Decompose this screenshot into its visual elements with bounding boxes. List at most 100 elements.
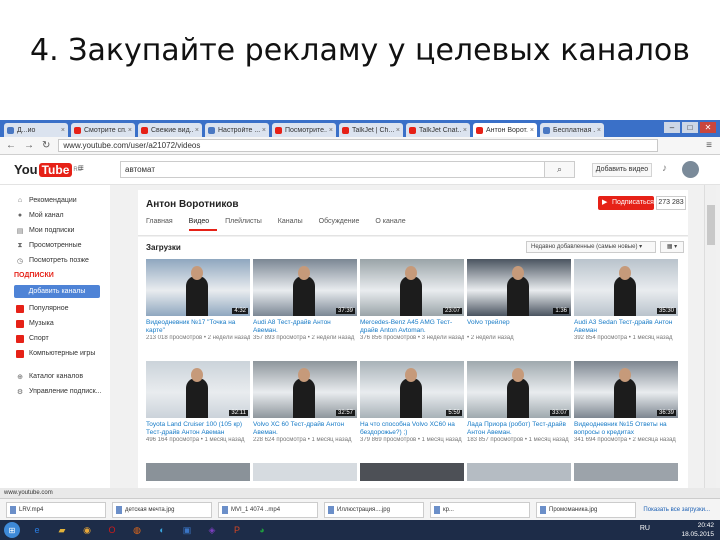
video-thumbnail[interactable]: 36:39 (574, 361, 678, 418)
scrollbar-thumb[interactable] (707, 205, 715, 245)
close-icon[interactable]: × (61, 127, 65, 134)
sidebar-item[interactable]: ⌂ Рекомендации (0, 193, 110, 208)
back-icon[interactable]: ← (6, 140, 16, 151)
video-thumbnail[interactable]: 35:30 (574, 259, 678, 316)
video-thumbnail[interactable] (574, 463, 678, 481)
browser-tab[interactable]: Посмотрите... × (272, 123, 336, 137)
browser-menu-icon[interactable]: ≡ (706, 140, 712, 151)
guide-menu-icon[interactable]: ≡ (78, 163, 84, 174)
sidebar-item[interactable]: ⧗ Просмотренные (0, 238, 110, 253)
url-input[interactable]: www.youtube.com/user/a21072/videos (58, 139, 659, 152)
upload-button[interactable]: Добавить видео (592, 163, 652, 177)
video-thumbnail[interactable]: 33:07 (467, 361, 571, 418)
bell-icon[interactable]: ♪ (662, 163, 667, 174)
video-title[interactable]: Mercedes-Benz A45 AMG Тест-драйв Anton A… (360, 319, 464, 335)
show-all-downloads-link[interactable]: Показать все загрузки... (643, 507, 710, 513)
video-card[interactable] (253, 463, 357, 481)
browser-tab[interactable]: Смотрите сп...× (71, 123, 135, 137)
youtube-logo[interactable]: You Tube RU (14, 162, 82, 177)
channel-tab[interactable]: Видео (188, 218, 218, 231)
chrome-icon[interactable]: ◕ (251, 522, 273, 538)
video-card[interactable] (574, 463, 678, 481)
video-card[interactable]: 36:39 Видеодневник №15 Ответы на вопросы … (574, 361, 678, 459)
page-scrollbar[interactable] (704, 185, 716, 488)
video-thumbnail[interactable]: 32:11 (146, 361, 250, 418)
browser-tab[interactable]: TalkJet | Ch... × (339, 123, 403, 137)
video-thumbnail[interactable]: 37:39 (253, 259, 357, 316)
close-button[interactable]: ✕ (700, 122, 716, 133)
video-thumbnail[interactable]: 32:57 (253, 361, 357, 418)
search-button[interactable]: ⌕ (545, 161, 575, 178)
start-button[interactable]: ⊞ (4, 522, 20, 538)
video-card[interactable]: 4:32 Видеодневник №17 "Точка на карте" 213… (146, 259, 250, 357)
video-title[interactable]: Toyota Land Cruiser 100 (105 кр) Тест-др… (146, 421, 250, 437)
sidebar-item[interactable]: ⊕ Каталог каналов (0, 369, 110, 384)
video-card[interactable]: 32:11 Toyota Land Cruiser 100 (105 кр) Те… (146, 361, 250, 459)
clock[interactable]: 20:42 18.05.2015 (681, 521, 714, 539)
browser-tab[interactable]: Свежие вид... × (138, 123, 202, 137)
video-card[interactable]: 5:59 На что способна Volvo XC60 на бездор… (360, 361, 464, 459)
video-card[interactable]: 33:07 Лада Приора (робот) Тест-драйв Анто… (467, 361, 571, 459)
close-icon[interactable]: × (597, 127, 601, 134)
video-thumbnail[interactable]: 5:59 (360, 361, 464, 418)
view-dropdown[interactable]: ▦ ▾ (660, 241, 684, 253)
video-title[interactable]: Видеодневник №17 "Точка на карте" (146, 319, 250, 335)
video-title[interactable]: Видеодневник №15 Ответы на вопросы о кре… (574, 421, 678, 437)
video-title[interactable]: Volvo трейлер (467, 319, 571, 335)
video-card[interactable]: 1:36 Volvo трейлер • 2 недели назад (467, 259, 571, 357)
video-card[interactable]: 23:07 Mercedes-Benz A45 AMG Тест-драйв An… (360, 259, 464, 357)
video-card[interactable]: 37:39 Audi A8 Тест-драйв Антон Авеман. 357… (253, 259, 357, 357)
browser-tab[interactable]: Д...ио × (4, 123, 68, 137)
video-card[interactable] (467, 463, 571, 481)
download-item[interactable]: детская мечта.jpg (112, 501, 212, 518)
close-icon[interactable]: × (396, 127, 400, 134)
subscription-item[interactable]: Спорт (0, 331, 110, 346)
channel-tab[interactable]: О канале (375, 218, 413, 231)
download-item[interactable]: MVI_1 4074 ..mp4 (218, 501, 318, 518)
browser-tab[interactable]: Бесплатная ... × (540, 123, 604, 137)
video-card[interactable] (146, 463, 250, 481)
video-thumbnail[interactable]: 23:07 (360, 259, 464, 316)
video-card[interactable] (360, 463, 464, 481)
firefox-icon[interactable]: ◍ (126, 522, 148, 538)
channel-tab[interactable]: Главная (146, 218, 181, 231)
channel-tab[interactable]: Каналы (278, 218, 311, 231)
video-card[interactable]: 35:30 Audi A3 Sedan Тест-драйв Антон Авем… (574, 259, 678, 357)
search-input[interactable]: автомат (120, 161, 545, 178)
sidebar-item[interactable]: ◷ Посмотреть позже (0, 253, 110, 268)
browser-tab[interactable]: Антон Ворот... × (473, 123, 537, 137)
subscription-item[interactable]: Музыка (0, 316, 110, 331)
video-title[interactable]: На что способна Volvo XC60 на бездорожье… (360, 421, 464, 437)
media-icon[interactable]: ◉ (76, 522, 98, 538)
add-channels-button[interactable]: Добавить каналы (14, 285, 100, 298)
sidebar-item[interactable]: ● Мой канал (0, 208, 110, 223)
channel-tab[interactable]: Обсуждение (319, 218, 368, 231)
close-icon[interactable]: × (530, 127, 534, 134)
video-thumbnail[interactable]: 4:32 (146, 259, 250, 316)
video-title[interactable]: Audi A8 Тест-драйв Антон Авеман. (253, 319, 357, 335)
browser-tab[interactable]: Настройте ... × (205, 123, 269, 137)
maximize-button[interactable]: □ (682, 122, 698, 133)
download-item[interactable]: кр... (430, 501, 530, 518)
app2-icon[interactable]: ◈ (201, 522, 223, 538)
reload-icon[interactable]: ↻ (42, 140, 50, 151)
download-item[interactable]: LRV.mp4 (6, 501, 106, 518)
close-icon[interactable]: × (463, 127, 467, 134)
video-title[interactable]: Volvo XC 60 Тест-драйв Антон Авеман. (253, 421, 357, 437)
video-thumbnail[interactable] (360, 463, 464, 481)
powerpoint-icon[interactable]: P (226, 522, 248, 538)
folder-icon[interactable]: ▰ (51, 522, 73, 538)
video-title[interactable]: Лада Приора (робот) Тест-драйв Антон Аве… (467, 421, 571, 437)
close-icon[interactable]: × (128, 127, 132, 134)
video-card[interactable]: 32:57 Volvo XC 60 Тест-драйв Антон Авеман… (253, 361, 357, 459)
sidebar-item[interactable]: ▤ Мои подписки (0, 223, 110, 238)
channel-tab[interactable]: Плейлисты (225, 218, 270, 231)
avatar[interactable] (682, 161, 699, 178)
close-icon[interactable]: × (329, 127, 333, 134)
close-icon[interactable]: × (195, 127, 199, 134)
download-item[interactable]: Иллюстрация....jpg (324, 501, 424, 518)
sort-dropdown[interactable]: Недавно добавленные (самые новые) ▾ (526, 241, 656, 253)
minimize-button[interactable]: – (664, 122, 680, 133)
subscription-item[interactable]: Популярное (0, 301, 110, 316)
opera-icon[interactable]: O (101, 522, 123, 538)
